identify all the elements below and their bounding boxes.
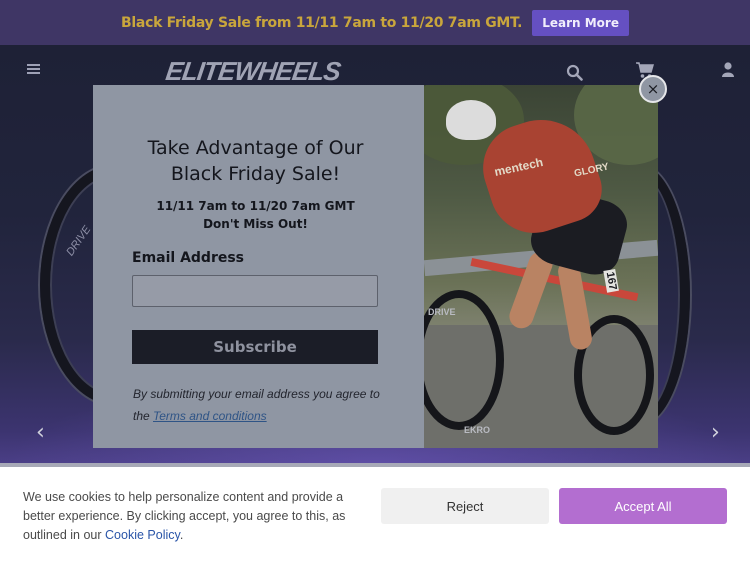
cyclist-photo: mentech GLORY 167 DRIVE EKRO <box>424 85 658 448</box>
wheel-text-1: DRIVE <box>428 307 456 317</box>
carousel-next-icon[interactable]: › <box>711 420 720 445</box>
promo-text: Black Friday Sale from 11/11 7am to 11/2… <box>121 14 523 31</box>
cookie-text-suffix: . <box>179 528 184 542</box>
cookie-banner: We use cookies to help personalize conte… <box>0 467 750 563</box>
learn-more-button[interactable]: Learn More <box>532 9 629 36</box>
cookie-policy-link[interactable]: Cookie Policy <box>105 528 180 542</box>
modal-dates-line2: Don't Miss Out! <box>203 217 308 231</box>
reject-button[interactable]: Reject <box>381 488 549 524</box>
page: Black Friday Sale from 11/11 7am to 11/2… <box>0 0 750 563</box>
close-icon[interactable]: × <box>639 75 667 103</box>
subscribe-button[interactable]: Subscribe <box>132 330 378 364</box>
bike-number: 167 <box>603 268 620 294</box>
site-logo[interactable]: ELITEWHEELS <box>164 56 342 87</box>
modal-title: Take Advantage of Our Black Friday Sale! <box>93 135 418 187</box>
account-icon[interactable] <box>722 62 734 77</box>
promo-bar: Black Friday Sale from 11/11 7am to 11/2… <box>0 0 750 45</box>
wheel-text-2: EKRO <box>464 425 491 435</box>
newsletter-modal: Take Advantage of Our Black Friday Sale!… <box>93 85 658 448</box>
modal-dates: 11/11 7am to 11/20 7am GMT Don't Miss Ou… <box>93 197 418 233</box>
terms-link[interactable]: Terms and conditions <box>153 409 267 423</box>
wheel-brand-text: DRIVE <box>64 223 94 259</box>
search-icon[interactable] <box>566 64 583 81</box>
rider-helmet <box>446 100 496 140</box>
email-label: Email Address <box>132 250 245 266</box>
cookie-message: We use cookies to help personalize conte… <box>23 490 346 542</box>
menu-icon[interactable] <box>27 64 40 74</box>
cookie-text: We use cookies to help personalize conte… <box>23 488 358 545</box>
disclaimer-text: By submitting your email address you agr… <box>133 383 393 427</box>
modal-title-line2: Black Friday Sale! <box>170 163 341 185</box>
modal-dates-line1: 11/11 7am to 11/20 7am GMT <box>156 199 355 213</box>
carousel-prev-icon[interactable]: ‹ <box>36 420 45 445</box>
modal-form-panel: Take Advantage of Our Black Friday Sale!… <box>93 85 424 448</box>
email-field[interactable] <box>132 275 378 307</box>
modal-title-line1: Take Advantage of Our <box>147 137 364 159</box>
accept-all-button[interactable]: Accept All <box>559 488 727 524</box>
